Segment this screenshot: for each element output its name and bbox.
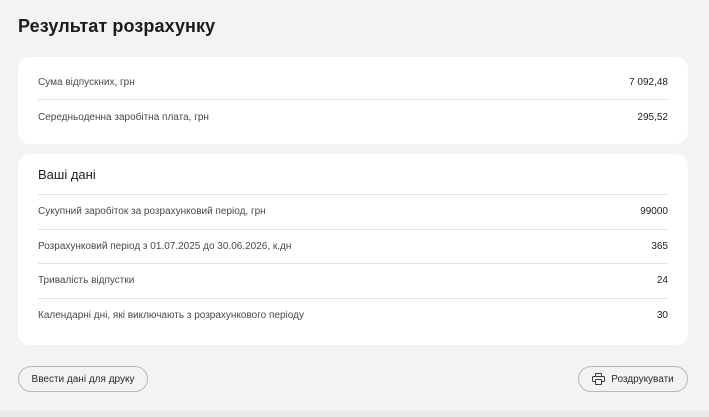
details-row-calculation-period: Розрахунковий період з 01.07.2025 до 30.… bbox=[38, 230, 668, 264]
row-label: Календарні дні, які виключають з розраху… bbox=[38, 310, 304, 322]
button-label: Ввести дані для друку bbox=[31, 373, 135, 385]
summary-row-vacation-pay: Сума відпускних, грн 7 092,48 bbox=[38, 66, 668, 100]
summary-row-average-daily-wage: Середньоденна заробітна плата, грн 295,5… bbox=[38, 100, 668, 134]
row-value: 24 bbox=[656, 275, 668, 287]
printer-icon bbox=[592, 373, 606, 385]
page-title: Результат розрахунку bbox=[18, 16, 216, 36]
row-label: Тривалість відпустки bbox=[38, 275, 135, 287]
row-value: 7 092,48 bbox=[629, 77, 668, 88]
row-label: Середньоденна заробітна плата, грн bbox=[38, 111, 209, 123]
details-row-total-earnings: Сукупний заробіток за розрахунковий пері… bbox=[38, 195, 668, 230]
details-row-vacation-duration: Тривалість відпустки 24 bbox=[38, 264, 668, 299]
enter-print-data-button[interactable]: Ввести дані для друку bbox=[18, 366, 148, 392]
details-card: Ваші дані Сукупний заробіток за розрахун… bbox=[18, 154, 688, 345]
row-label: Сукупний заробіток за розрахунковий пері… bbox=[38, 206, 266, 218]
row-label: Розрахунковий період з 01.07.2025 до 30.… bbox=[38, 240, 292, 252]
details-row-excluded-days: Календарні дні, які виключають з розраху… bbox=[38, 299, 668, 334]
row-label: Сума відпускних, грн bbox=[38, 77, 135, 88]
row-value: 365 bbox=[651, 240, 668, 252]
details-title: Ваші дані bbox=[38, 154, 668, 195]
row-value: 295,52 bbox=[637, 111, 668, 123]
row-value: 30 bbox=[656, 310, 668, 322]
print-button[interactable]: Роздрукувати bbox=[578, 366, 688, 392]
bottom-divider bbox=[0, 411, 709, 417]
row-value: 99000 bbox=[640, 206, 668, 218]
summary-card: Сума відпускних, грн 7 092,48 Середньоде… bbox=[18, 57, 688, 144]
button-label: Роздрукувати bbox=[611, 373, 674, 385]
